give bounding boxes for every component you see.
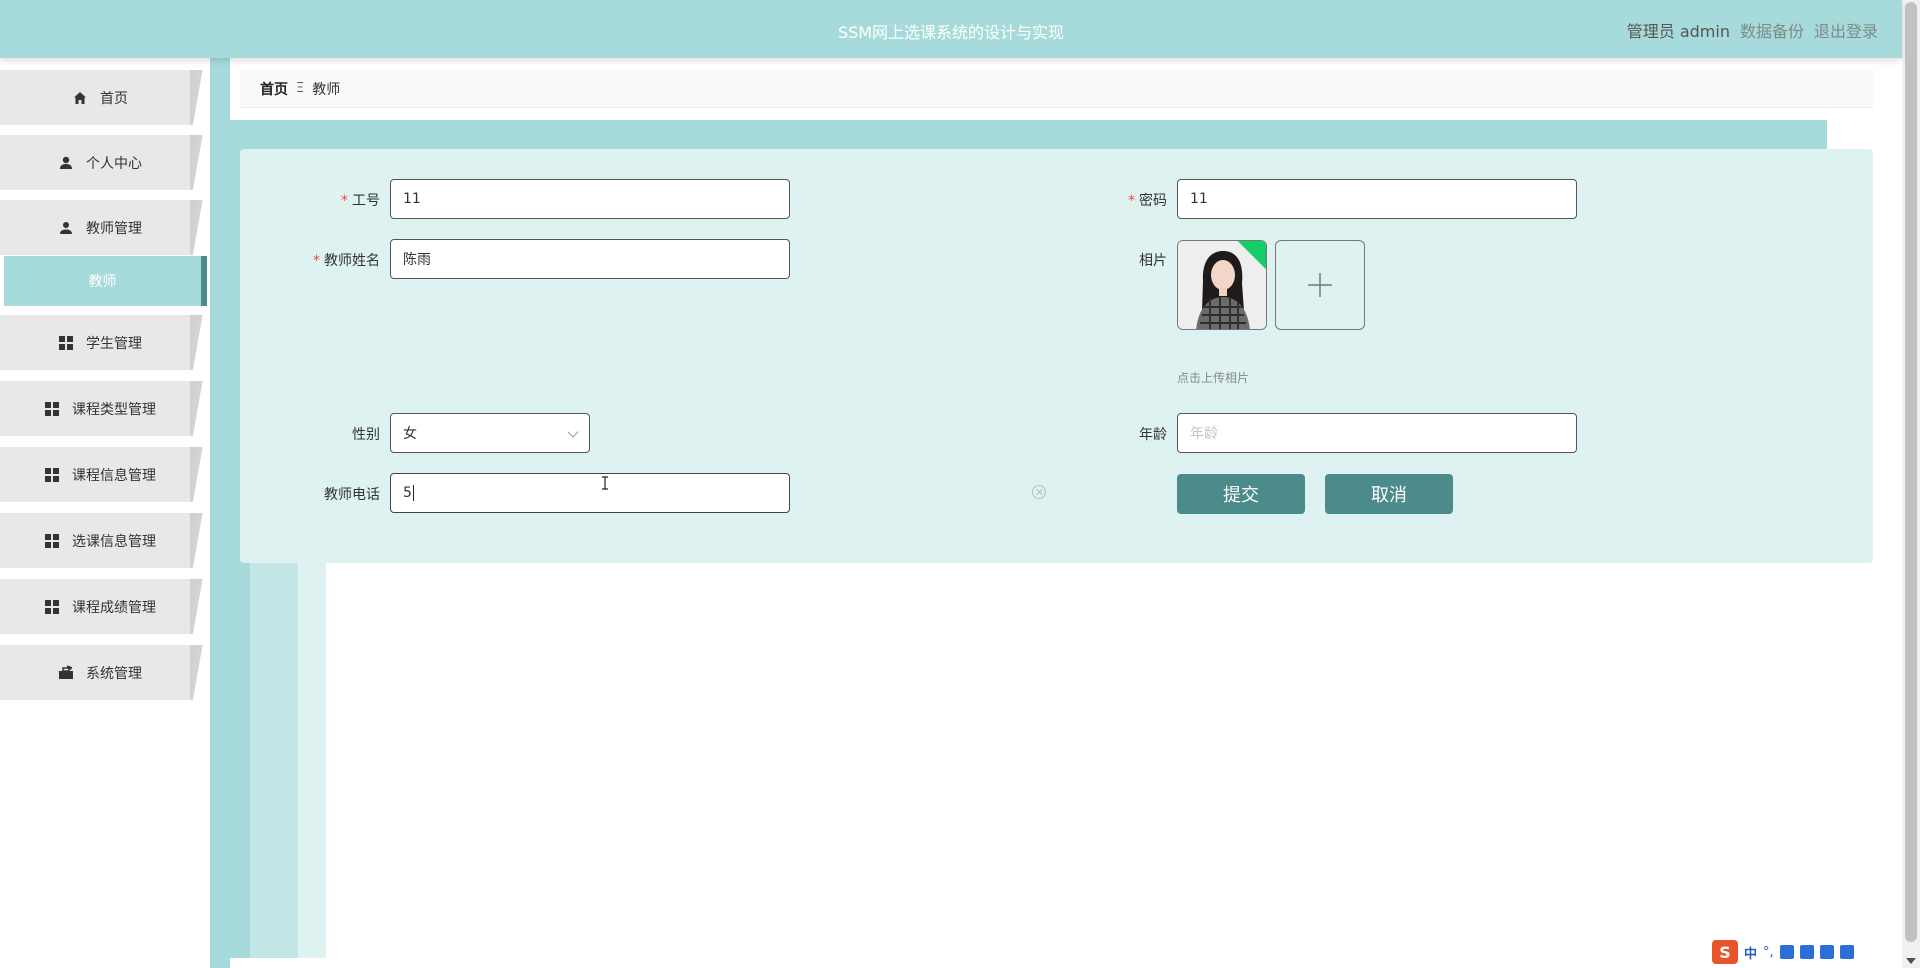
ime-toolbar[interactable]: S 中 °, bbox=[1712, 940, 1892, 964]
teacher-name-input[interactable]: 陈雨 bbox=[390, 239, 790, 279]
upload-photo-button[interactable] bbox=[1275, 240, 1365, 330]
scroll-down-arrow-icon[interactable] bbox=[1906, 958, 1916, 964]
age-label: 年龄 bbox=[1139, 427, 1167, 443]
sidebar-item-course-type-management[interactable]: 课程类型管理 bbox=[0, 381, 208, 436]
grid-icon bbox=[59, 335, 73, 350]
sidebar-item-label: 选课信息管理 bbox=[72, 533, 156, 550]
ime-mode-toggle[interactable]: 中 bbox=[1744, 943, 1757, 962]
sidebar-item-course-grade-management[interactable]: 课程成绩管理 bbox=[0, 579, 208, 634]
sidebar-item-home[interactable]: 首页 bbox=[0, 70, 208, 125]
decor-strip bbox=[298, 560, 326, 958]
backup-link[interactable]: 数据备份 bbox=[1740, 18, 1804, 42]
main-top-band bbox=[210, 120, 1827, 150]
required-mark: * bbox=[313, 253, 320, 269]
scrollbar-thumb[interactable] bbox=[1905, 2, 1917, 942]
teacher-name-label: * 教师姓名 bbox=[260, 250, 380, 270]
sidebar-item-label: 课程信息管理 bbox=[72, 467, 156, 484]
job-no-label: * 工号 bbox=[260, 190, 380, 210]
sidebar-item-personal-center[interactable]: 个人中心 bbox=[0, 135, 208, 190]
sidebar: 首页 个人中心 教师管理 教师 学生管理 课程类型管理 课程信息管理 选课信息管… bbox=[0, 58, 210, 968]
microphone-icon[interactable] bbox=[1779, 945, 1794, 959]
sidebar-item-teacher-management[interactable]: 教师管理 bbox=[0, 200, 208, 255]
submit-button[interactable]: 提交 bbox=[1177, 474, 1305, 514]
app-title: SSM网上选课系统的设计与实现 bbox=[837, 23, 1065, 42]
gender-label: 性别 bbox=[352, 427, 380, 443]
plus-icon bbox=[1308, 273, 1332, 297]
sidebar-item-system-management[interactable]: 系统管理 bbox=[0, 645, 208, 700]
age-input[interactable]: 年龄 bbox=[1177, 413, 1577, 453]
vertical-scrollbar[interactable] bbox=[1902, 0, 1920, 968]
app-root: SSM网上选课系统的设计与实现 管理员 admin 数据备份 退出登录 首页 个… bbox=[0, 0, 1920, 968]
person-icon bbox=[60, 156, 72, 169]
clear-icon[interactable] bbox=[1032, 485, 1046, 499]
password-label: * 密码 bbox=[1047, 190, 1167, 210]
breadcrumb-separator: Ξ bbox=[296, 81, 305, 96]
grid-icon bbox=[45, 467, 59, 482]
current-user: 管理员 admin bbox=[1626, 22, 1730, 41]
password-input[interactable]: 11 bbox=[1177, 179, 1577, 219]
chevron-down-icon bbox=[567, 426, 579, 438]
sidebar-item-course-info-management[interactable]: 课程信息管理 bbox=[0, 447, 208, 502]
sidebar-item-label: 首页 bbox=[100, 90, 128, 107]
sidebar-item-course-selection-management[interactable]: 选课信息管理 bbox=[0, 513, 208, 568]
breadcrumb-current: 教师 bbox=[312, 81, 341, 98]
sidebar-item-label: 教师 bbox=[88, 274, 117, 290]
main-left-band bbox=[210, 58, 230, 968]
person-icon bbox=[60, 221, 72, 234]
decor-strip bbox=[250, 560, 298, 958]
header-actions: 管理员 admin 数据备份 退出登录 bbox=[1627, 18, 1878, 42]
teacher-photo-thumbnail[interactable] bbox=[1177, 240, 1267, 330]
text-caret bbox=[412, 485, 414, 501]
logout-link[interactable]: 退出登录 bbox=[1814, 18, 1878, 42]
sidebar-item-label: 个人中心 bbox=[86, 155, 142, 172]
gender-select[interactable]: 女 bbox=[390, 413, 590, 453]
job-no-input[interactable]: 11 bbox=[390, 179, 790, 219]
phone-label: 教师电话 bbox=[324, 487, 380, 503]
sidebar-item-label: 课程成绩管理 bbox=[72, 599, 156, 616]
grid-icon bbox=[45, 401, 59, 416]
sidebar-item-label: 学生管理 bbox=[86, 335, 142, 352]
sidebar-item-label: 教师管理 bbox=[86, 220, 142, 237]
password-label-text: 密码 bbox=[1139, 193, 1167, 209]
skin-icon[interactable] bbox=[1819, 945, 1834, 959]
cancel-button[interactable]: 取消 bbox=[1325, 474, 1453, 514]
photo-label: 相片 bbox=[1139, 253, 1167, 269]
briefcase-icon bbox=[59, 664, 73, 679]
grid-icon bbox=[45, 533, 59, 548]
sidebar-item-label: 系统管理 bbox=[86, 665, 142, 682]
required-mark: * bbox=[1128, 193, 1135, 209]
phone-input-value: 5 bbox=[403, 485, 412, 501]
text-cursor-icon bbox=[602, 476, 608, 490]
apps-grid-icon[interactable] bbox=[1839, 945, 1854, 959]
sidebar-item-student-management[interactable]: 学生管理 bbox=[0, 315, 208, 370]
required-mark: * bbox=[341, 193, 348, 209]
upload-hint: 点击上传相片 bbox=[1177, 371, 1250, 385]
sidebar-item-teacher[interactable]: 教师 bbox=[4, 256, 207, 306]
teacher-name-label-text: 教师姓名 bbox=[324, 253, 380, 269]
breadcrumb: 首页 Ξ 教师 bbox=[240, 70, 1873, 108]
home-icon bbox=[74, 91, 86, 104]
sidebar-item-label: 课程类型管理 bbox=[72, 401, 156, 418]
job-no-label-text: 工号 bbox=[352, 193, 380, 209]
grid-icon bbox=[45, 599, 59, 614]
gender-select-value: 女 bbox=[403, 426, 417, 442]
keyboard-icon[interactable] bbox=[1799, 945, 1814, 959]
ime-punctuation-toggle[interactable]: °, bbox=[1763, 945, 1774, 960]
phone-input[interactable]: 5 bbox=[390, 473, 790, 513]
ime-logo-icon[interactable]: S bbox=[1712, 940, 1738, 964]
top-header: SSM网上选课系统的设计与实现 管理员 admin 数据备份 退出登录 bbox=[0, 0, 1902, 58]
breadcrumb-home[interactable]: 首页 bbox=[260, 79, 288, 99]
